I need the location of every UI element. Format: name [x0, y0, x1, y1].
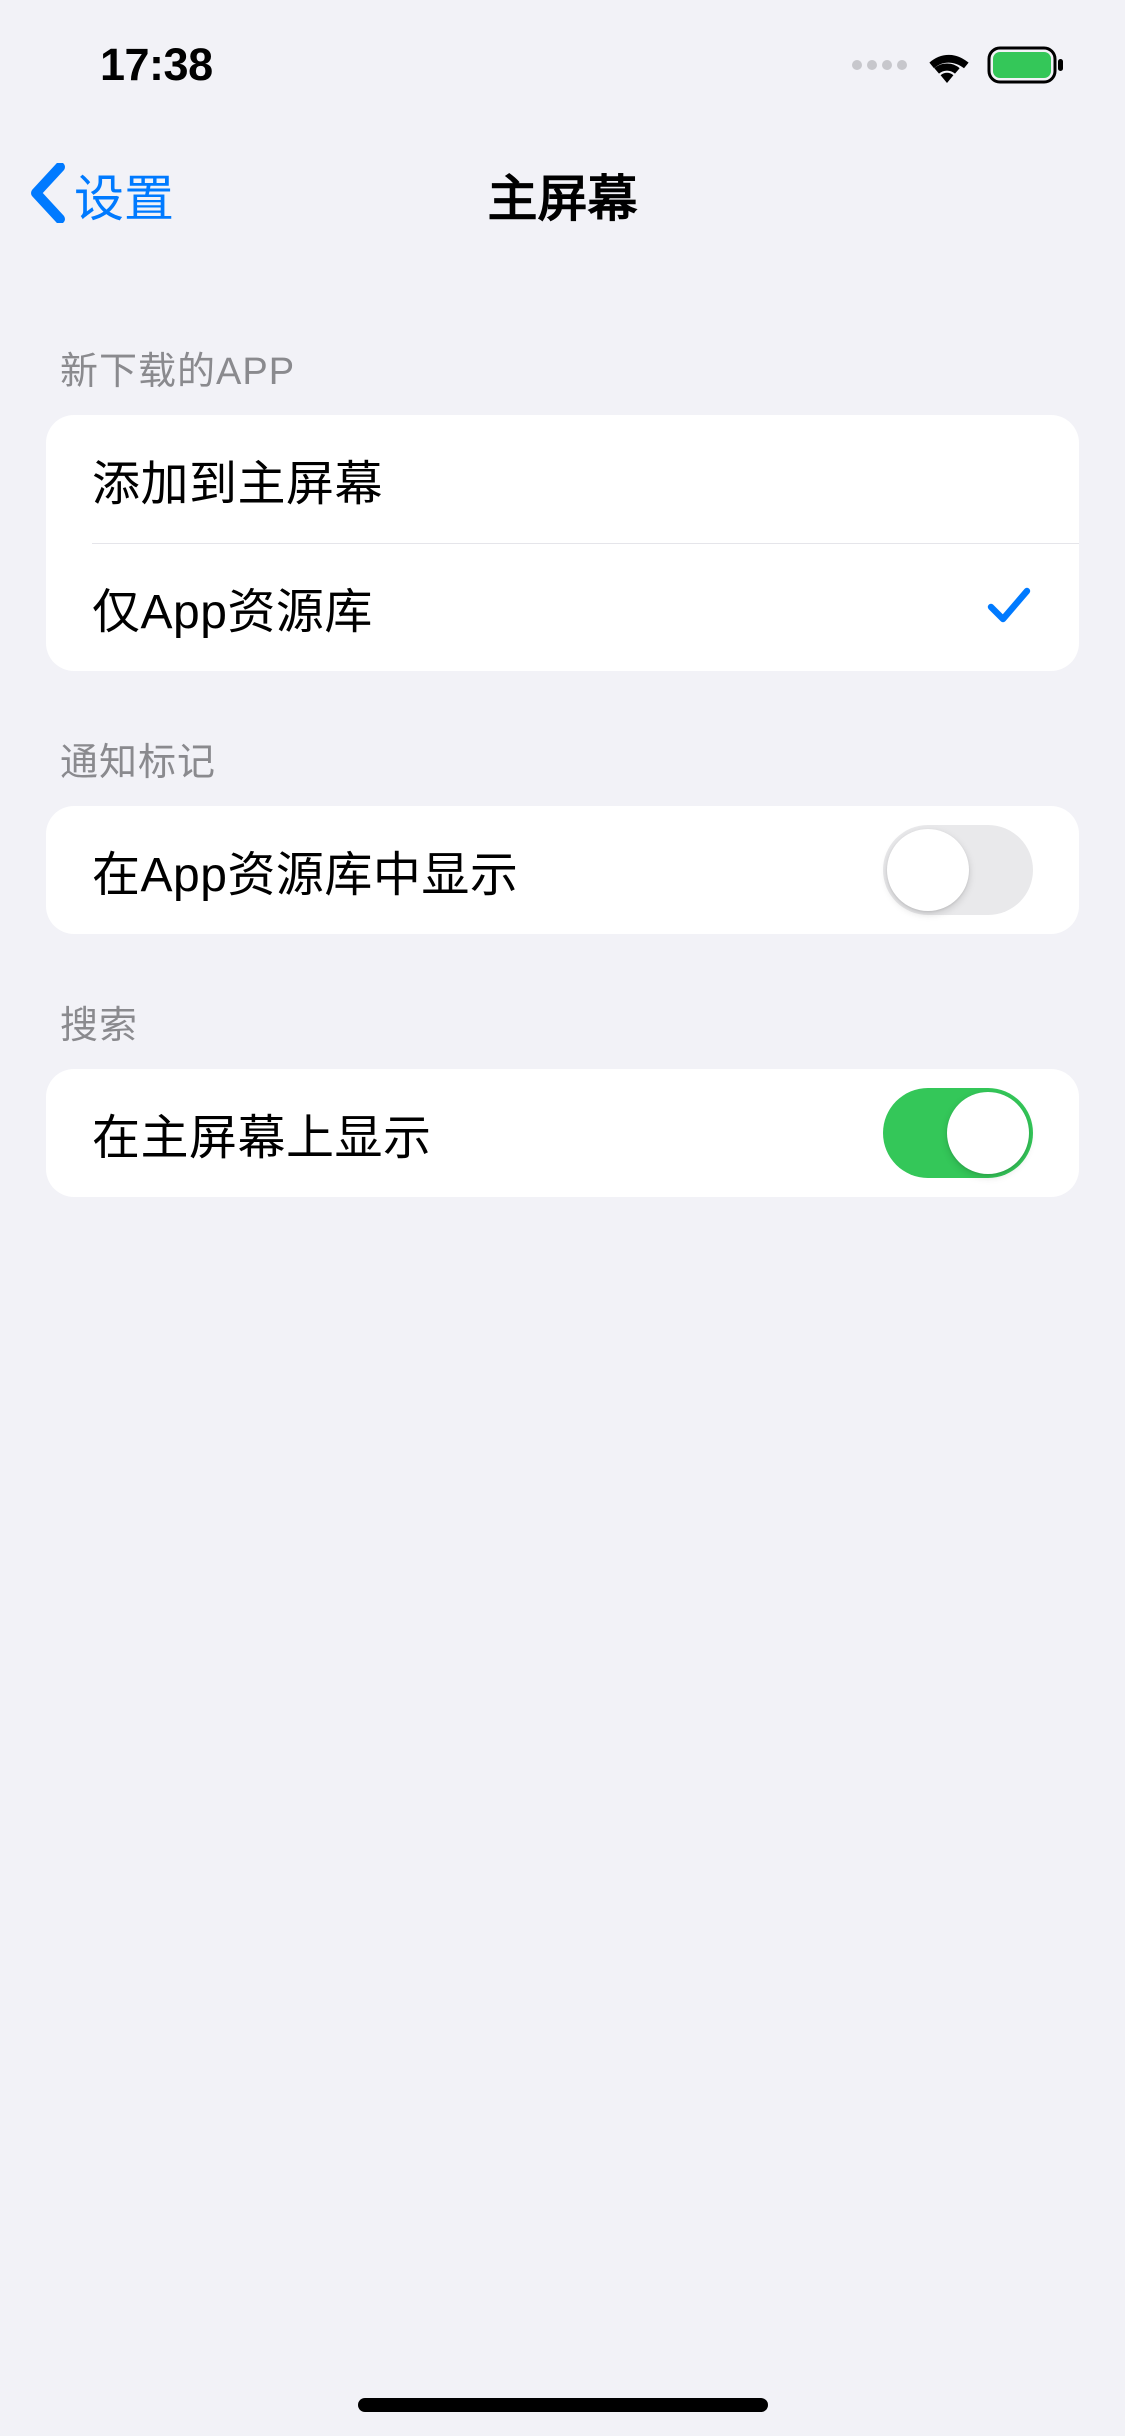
row-show-in-app-library: 在App资源库中显示 [46, 806, 1079, 934]
wifi-icon [923, 47, 971, 83]
back-label: 设置 [74, 159, 174, 231]
group-search: 在主屏幕上显示 [46, 1069, 1079, 1197]
chevron-left-icon [30, 163, 66, 228]
toggle-label: 在App资源库中显示 [92, 835, 518, 905]
page-title: 主屏幕 [488, 159, 638, 231]
home-indicator[interactable] [358, 2398, 768, 2412]
option-app-library-only[interactable]: 仅App资源库 [46, 543, 1079, 671]
section-header-badges: 通知标记 [0, 731, 1125, 806]
toggle-label: 在主屏幕上显示 [92, 1098, 432, 1168]
status-bar: 17:38 [0, 0, 1125, 130]
option-add-to-home[interactable]: 添加到主屏幕 [46, 415, 1079, 543]
nav-bar: 设置 主屏幕 [0, 130, 1125, 260]
toggle-show-in-app-library[interactable] [883, 825, 1033, 915]
toggle-knob [887, 829, 969, 911]
option-label: 仅App资源库 [92, 572, 373, 642]
checkmark-icon [985, 581, 1033, 634]
option-label: 添加到主屏幕 [92, 444, 383, 514]
toggle-show-on-home-screen[interactable] [883, 1088, 1033, 1178]
cellular-dots-icon [852, 60, 907, 70]
battery-icon [987, 46, 1065, 84]
back-button[interactable]: 设置 [30, 159, 174, 231]
group-new-apps: 添加到主屏幕 仅App资源库 [46, 415, 1079, 671]
section-header-new-apps: 新下载的APP [0, 340, 1125, 415]
group-badges: 在App资源库中显示 [46, 806, 1079, 934]
row-show-on-home-screen: 在主屏幕上显示 [46, 1069, 1079, 1197]
status-right [852, 46, 1065, 84]
toggle-knob [947, 1092, 1029, 1174]
status-time: 17:38 [100, 39, 213, 91]
section-header-search: 搜索 [0, 994, 1125, 1069]
